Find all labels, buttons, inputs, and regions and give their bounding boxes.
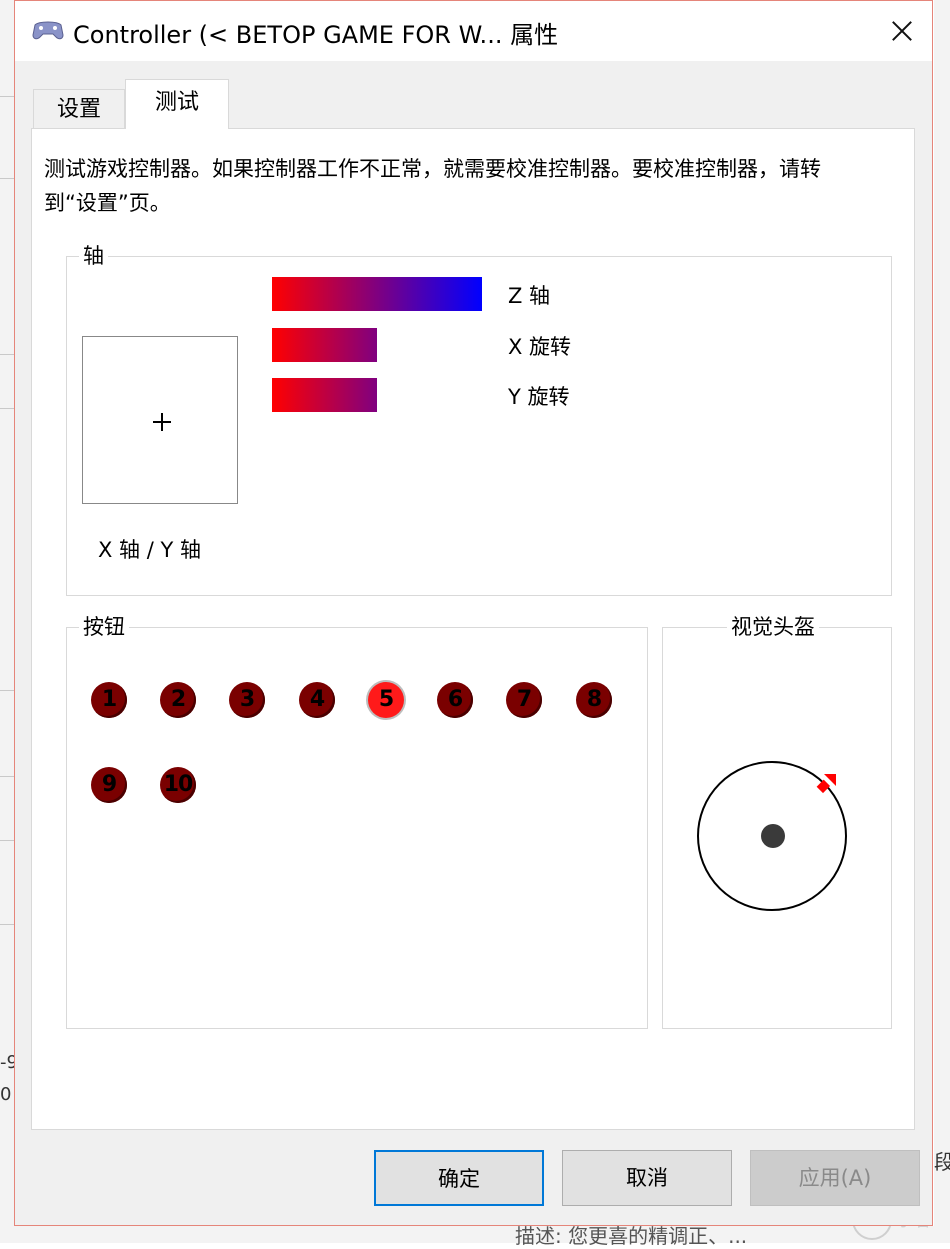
xy-axis-display — [82, 336, 238, 504]
x-rotation-label: X 旋转 — [508, 335, 572, 359]
window-title: Controller (< BETOP GAME FOR W... 属性 — [73, 21, 559, 49]
y-rotation-bar — [272, 378, 377, 412]
pov-hat-display — [697, 761, 847, 911]
crosshair-icon — [153, 413, 171, 431]
buttons-group-legend: 按钮 — [79, 614, 129, 640]
ok-button[interactable]: 确定 — [374, 1150, 544, 1206]
gamepad-icon — [32, 21, 64, 40]
axes-group-legend: 轴 — [79, 243, 108, 269]
controller-button-1: 1 — [91, 682, 127, 718]
background-fragment: 段 — [934, 1150, 950, 1174]
background-fragment: 0 — [0, 1084, 12, 1105]
title-bar: Controller (< BETOP GAME FOR W... 属性 — [15, 1, 932, 61]
xy-axis-label: X 轴 / Y 轴 — [98, 538, 201, 562]
close-button[interactable] — [878, 9, 924, 53]
controller-button-6: 6 — [437, 682, 473, 718]
controller-button-4: 4 — [299, 682, 335, 718]
controller-button-7: 7 — [506, 682, 542, 718]
z-axis-bar — [272, 277, 482, 311]
test-description: 测试游戏控制器。如果控制器工作不正常，就需要校准控制器。要校准控制器，请转到“设… — [44, 157, 821, 215]
tab-test[interactable]: 测试 — [125, 79, 229, 129]
controller-button-9: 9 — [91, 767, 127, 803]
controller-button-3: 3 — [229, 682, 265, 718]
z-axis-label: Z 轴 — [508, 284, 551, 308]
controller-button-8: 8 — [576, 682, 612, 718]
cancel-button[interactable]: 取消 — [562, 1150, 732, 1206]
background-right-strip — [934, 0, 950, 1243]
apply-button[interactable]: 应用(A) — [750, 1150, 920, 1206]
background-bottom-strip — [0, 1226, 950, 1243]
controller-button-5: 5 — [368, 682, 404, 718]
pov-direction-arrow-icon — [816, 774, 836, 794]
pov-group-legend: 视觉头盔 — [727, 614, 819, 640]
controller-button-2: 2 — [160, 682, 196, 718]
controller-button-10: 10 — [160, 767, 196, 803]
buttons-group: 按钮 — [66, 614, 648, 1029]
pov-center-dot — [761, 824, 785, 848]
tab-settings[interactable]: 设置 — [33, 89, 125, 129]
y-rotation-label: Y 旋转 — [508, 385, 570, 409]
x-rotation-bar — [272, 328, 377, 362]
